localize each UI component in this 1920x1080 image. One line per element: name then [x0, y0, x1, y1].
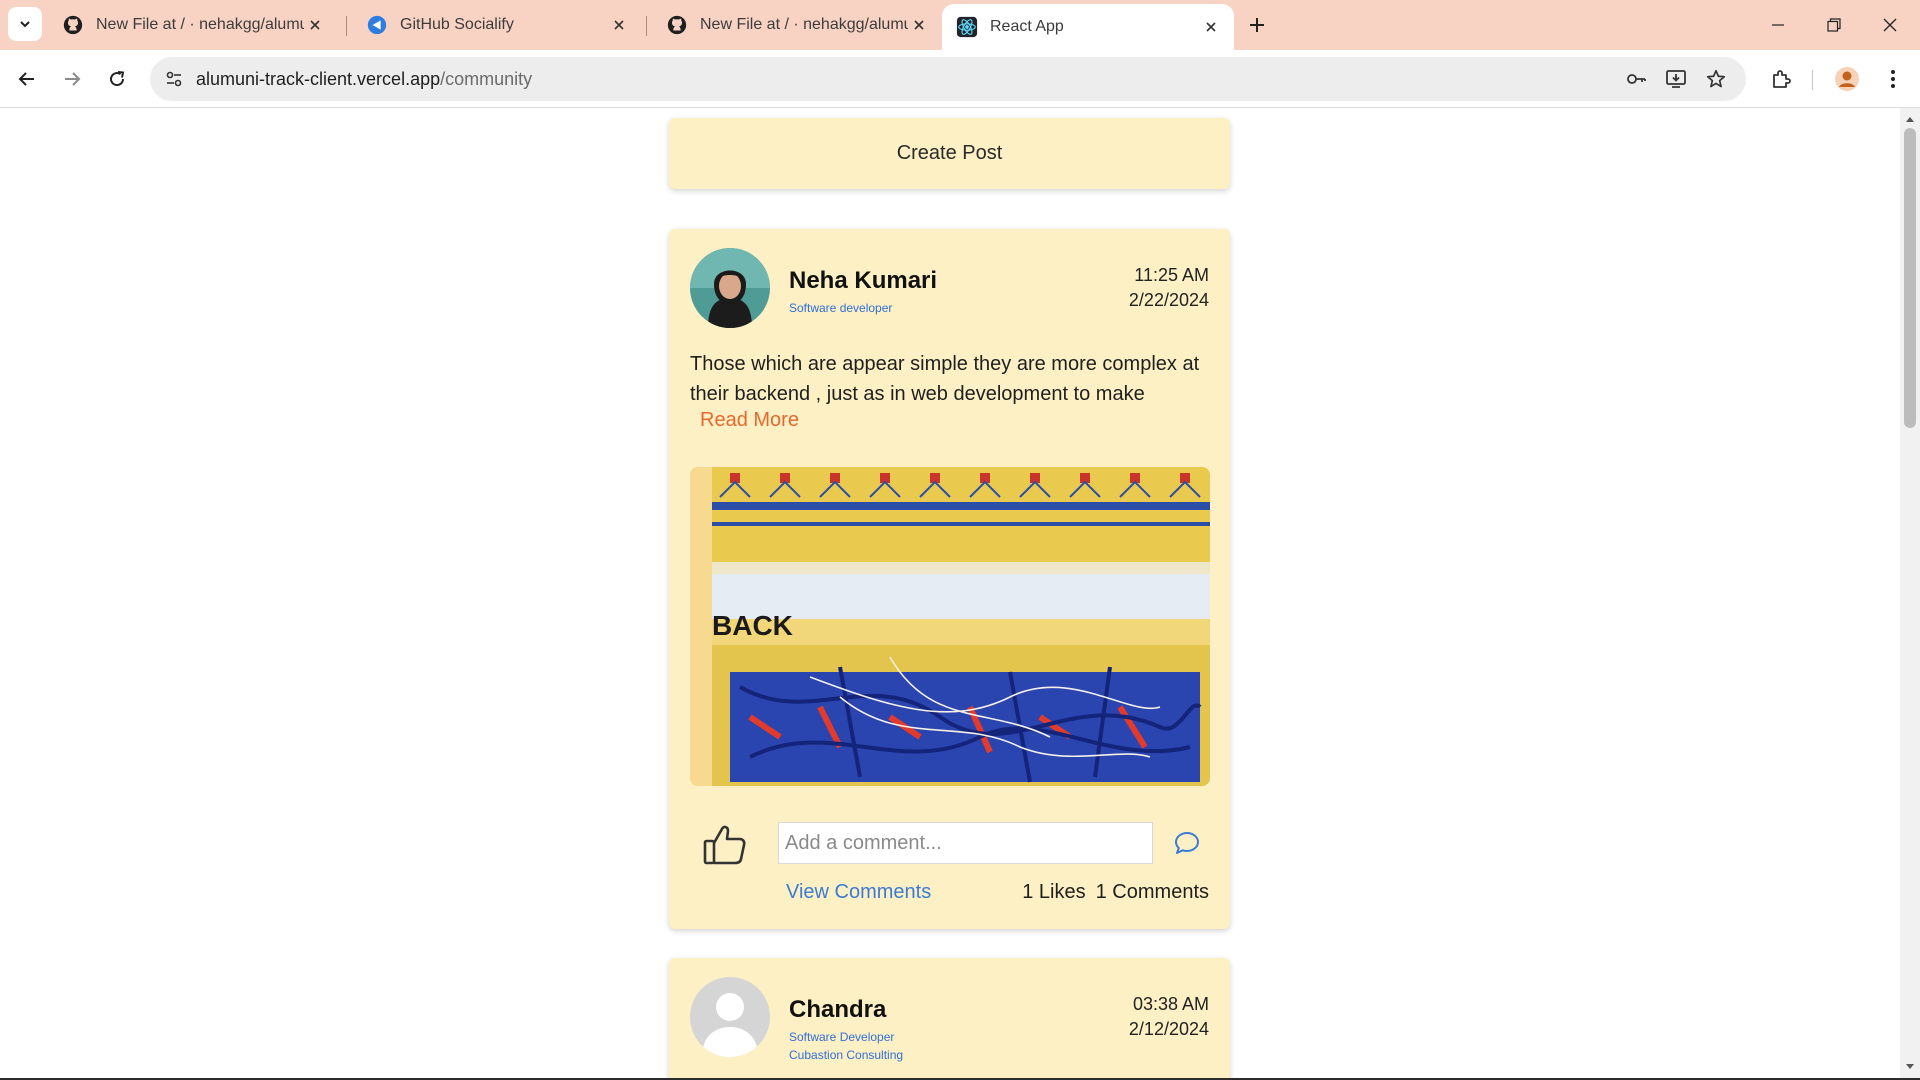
- plus-icon: [1250, 18, 1264, 32]
- puzzle-icon: [1773, 70, 1791, 88]
- socialify-icon: [367, 15, 387, 35]
- comment-input[interactable]: [778, 822, 1153, 864]
- image-label: BACK: [712, 610, 793, 641]
- new-tab-button[interactable]: [1242, 10, 1272, 40]
- post-stats: 1 Likes 1 Comments: [1022, 881, 1209, 904]
- bookmark-star-icon[interactable]: [1702, 65, 1730, 93]
- create-post-button[interactable]: Create Post: [669, 118, 1230, 189]
- tab-github-1[interactable]: New File at / · nehakgg/alumuni-track-cl…: [48, 7, 338, 43]
- tab-title: New File at / · nehakgg/alumuni-track-cl…: [700, 16, 908, 33]
- arrow-left-icon: [18, 72, 34, 86]
- profile-avatar-icon: [1835, 67, 1859, 91]
- page-viewport: Create Post Neha Kumari Software develop…: [0, 108, 1900, 1078]
- close-icon: [1883, 18, 1897, 32]
- tab-github-2[interactable]: New File at / · nehakgg/alumuni-track-cl…: [652, 7, 942, 43]
- url-path: /community: [440, 69, 533, 89]
- minimize-icon: [1772, 24, 1784, 26]
- post-time: 03:38 AM: [1132, 994, 1209, 1014]
- comment-submit-button[interactable]: [1171, 827, 1203, 859]
- reload-button[interactable]: [99, 61, 135, 97]
- forward-button[interactable]: [54, 61, 90, 97]
- likes-count: 1 Likes: [1022, 881, 1086, 903]
- browser-toolbar: alumuni-track-client.vercel.app/communit…: [0, 50, 1920, 108]
- url-host: alumuni-track-client.vercel.app: [196, 69, 441, 89]
- react-icon: [956, 16, 978, 38]
- arrow-right-icon: [65, 72, 81, 86]
- author-company: Cubastion Consulting: [789, 1048, 904, 1062]
- reload-icon: [110, 71, 125, 87]
- extensions-button[interactable]: [1763, 61, 1799, 97]
- default-avatar-icon: [690, 977, 770, 1057]
- post-text: Those which are appear simple they are m…: [690, 353, 1200, 405]
- restore-button[interactable]: [1806, 0, 1862, 50]
- github-icon: [63, 15, 83, 35]
- scroll-thumb[interactable]: [1904, 128, 1916, 428]
- tab-divider: [646, 16, 647, 36]
- page-scrollbar[interactable]: [1900, 108, 1920, 1078]
- url-text: alumuni-track-client.vercel.app/communit…: [196, 69, 532, 90]
- author-title: Software Developer: [789, 1030, 895, 1044]
- more-vert-icon: [1891, 70, 1895, 88]
- tab-divider: [346, 16, 347, 36]
- author-title: Software developer: [789, 301, 893, 315]
- post-date: 2/12/2024: [1128, 1019, 1209, 1039]
- github-icon: [667, 15, 687, 35]
- comments-count: 1 Comments: [1095, 881, 1209, 903]
- close-tab-icon[interactable]: [304, 14, 326, 36]
- profile-button[interactable]: [1829, 61, 1865, 97]
- restore-icon: [1827, 18, 1841, 32]
- view-comments-link[interactable]: View Comments: [786, 881, 931, 904]
- tab-search-button[interactable]: [8, 7, 42, 41]
- read-more-link[interactable]: Read More: [700, 409, 799, 432]
- thumbs-up-icon: [703, 825, 746, 865]
- menu-button[interactable]: [1875, 61, 1911, 97]
- author-name[interactable]: Neha Kumari: [789, 267, 937, 295]
- toolbar-divider: [1812, 70, 1813, 90]
- post-date: 2/22/2024: [1128, 290, 1209, 310]
- post-card: Chandra Software Developer Cubastion Con…: [669, 958, 1230, 1078]
- post-time: 11:25 AM: [1134, 265, 1209, 285]
- password-key-icon[interactable]: [1622, 65, 1650, 93]
- address-bar[interactable]: alumuni-track-client.vercel.app/communit…: [150, 57, 1746, 101]
- scroll-up-arrow[interactable]: [1900, 110, 1920, 128]
- author-name[interactable]: Chandra: [789, 996, 886, 1024]
- tab-strip: New File at / · nehakgg/alumuni-track-cl…: [0, 0, 1920, 50]
- close-tab-icon[interactable]: [608, 14, 630, 36]
- close-window-button[interactable]: [1862, 0, 1918, 50]
- back-button[interactable]: [9, 61, 45, 97]
- close-tab-icon[interactable]: [1200, 16, 1222, 38]
- tab-title: React App: [990, 18, 1064, 35]
- tab-title: GitHub Socialify: [400, 16, 514, 33]
- tab-github-socialify[interactable]: GitHub Socialify: [352, 7, 642, 43]
- minimize-button[interactable]: [1750, 0, 1806, 50]
- chevron-down-icon: [20, 21, 30, 28]
- tab-react-app[interactable]: React App: [942, 4, 1234, 50]
- like-button[interactable]: [700, 819, 750, 869]
- post-card: Neha Kumari Software developer 11:25 AM …: [669, 229, 1230, 929]
- avatar[interactable]: [690, 977, 770, 1057]
- scroll-down-arrow[interactable]: [1900, 1058, 1920, 1076]
- post-image[interactable]: BACK: [690, 467, 1210, 786]
- tab-title: New File at / · nehakgg/alumuni-track-cl…: [96, 16, 304, 33]
- avatar[interactable]: [690, 248, 770, 328]
- close-tab-icon[interactable]: [908, 14, 930, 36]
- chat-bubble-icon: [1175, 832, 1199, 854]
- install-app-icon[interactable]: [1662, 65, 1690, 93]
- site-info-icon[interactable]: [160, 65, 188, 93]
